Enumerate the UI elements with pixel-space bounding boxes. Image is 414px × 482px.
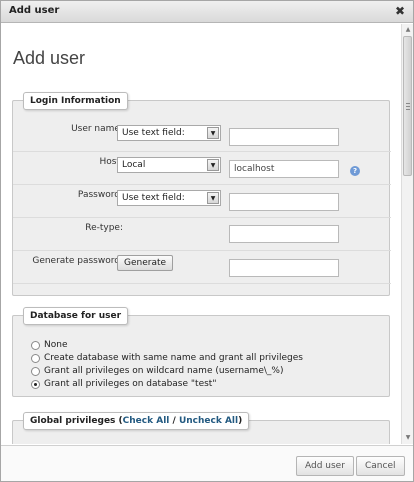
host-type-select[interactable]: Local ▼ xyxy=(117,157,221,173)
generated-password-input[interactable] xyxy=(229,259,339,277)
username-row: User name: Use text field: ▼ xyxy=(13,119,391,152)
password-row: Password: Use text field: ▼ xyxy=(13,185,391,218)
username-label: User name: xyxy=(71,124,123,134)
uncheck-all-link[interactable]: Uncheck All xyxy=(179,416,238,426)
retype-label: Re-type: xyxy=(85,223,123,233)
radio-database-test[interactable] xyxy=(31,380,40,389)
dialog-footer: Add user Cancel xyxy=(1,445,413,481)
global-privileges-fieldset: Global privileges (Check All / Uncheck A… xyxy=(12,412,390,444)
host-input[interactable]: localhost xyxy=(229,160,339,178)
database-for-user-legend: Database for user xyxy=(23,307,129,325)
page-title: Add user xyxy=(13,48,86,68)
grip-line xyxy=(406,106,410,107)
password-type-select[interactable]: Use text field: ▼ xyxy=(117,190,221,206)
database-option-label: Grant all privileges on database "test" xyxy=(44,379,217,389)
generate-password-row: Generate password: Generate xyxy=(13,251,391,284)
database-option-label: None xyxy=(44,340,68,350)
host-type-value: Local xyxy=(122,160,146,170)
add-user-dialog: Add user ✖ Add user Login Information Us… xyxy=(0,0,414,482)
generate-password-label: Generate password: xyxy=(32,256,123,266)
login-information-fieldset: Login Information User name: Use text fi… xyxy=(12,92,391,296)
dialog-content: Add user Login Information User name: Us… xyxy=(1,24,401,444)
retype-row: Re-type: xyxy=(13,218,391,251)
dialog-titlebar[interactable]: Add user ✖ xyxy=(1,1,413,23)
check-all-link[interactable]: Check All xyxy=(123,416,170,426)
legend-suffix: ) xyxy=(238,416,243,426)
password-type-value: Use text field: xyxy=(122,193,185,203)
username-input[interactable] xyxy=(229,128,339,146)
scroll-up-icon[interactable]: ▲ xyxy=(404,26,412,34)
chevron-down-icon: ▼ xyxy=(207,192,219,204)
password-input[interactable] xyxy=(229,193,339,211)
cancel-button[interactable]: Cancel xyxy=(356,456,405,476)
scroll-down-icon[interactable]: ▼ xyxy=(404,434,412,442)
host-row: Host: Local ▼ localhost ? xyxy=(13,152,391,185)
help-icon[interactable]: ? xyxy=(350,166,360,176)
radio-create-same-name[interactable] xyxy=(31,354,40,363)
add-user-button[interactable]: Add user xyxy=(296,456,354,476)
database-option-label: Create database with same name and grant… xyxy=(44,353,303,363)
grip-line xyxy=(406,103,410,104)
vertical-scrollbar[interactable]: ▲ ▼ xyxy=(401,24,413,444)
username-type-select[interactable]: Use text field: ▼ xyxy=(117,125,221,141)
database-for-user-fieldset: Database for user None Create database w… xyxy=(12,307,390,397)
radio-none[interactable] xyxy=(31,341,40,350)
retype-password-input[interactable] xyxy=(229,225,339,243)
grip-line xyxy=(406,109,410,110)
radio-wildcard[interactable] xyxy=(31,367,40,376)
generate-button[interactable]: Generate xyxy=(117,255,174,271)
global-privileges-legend: Global privileges (Check All / Uncheck A… xyxy=(23,412,250,430)
login-information-legend: Login Information xyxy=(23,92,128,110)
database-option-label: Grant all privileges on wildcard name (u… xyxy=(44,366,284,376)
username-type-value: Use text field: xyxy=(122,128,185,138)
chevron-down-icon: ▼ xyxy=(207,127,219,139)
legend-separator: / xyxy=(169,416,179,426)
close-icon[interactable]: ✖ xyxy=(393,4,407,18)
global-privileges-label: Global privileges ( xyxy=(30,416,123,426)
chevron-down-icon: ▼ xyxy=(207,159,219,171)
dialog-title: Add user xyxy=(9,5,60,16)
scrollbar-thumb[interactable] xyxy=(403,36,412,176)
